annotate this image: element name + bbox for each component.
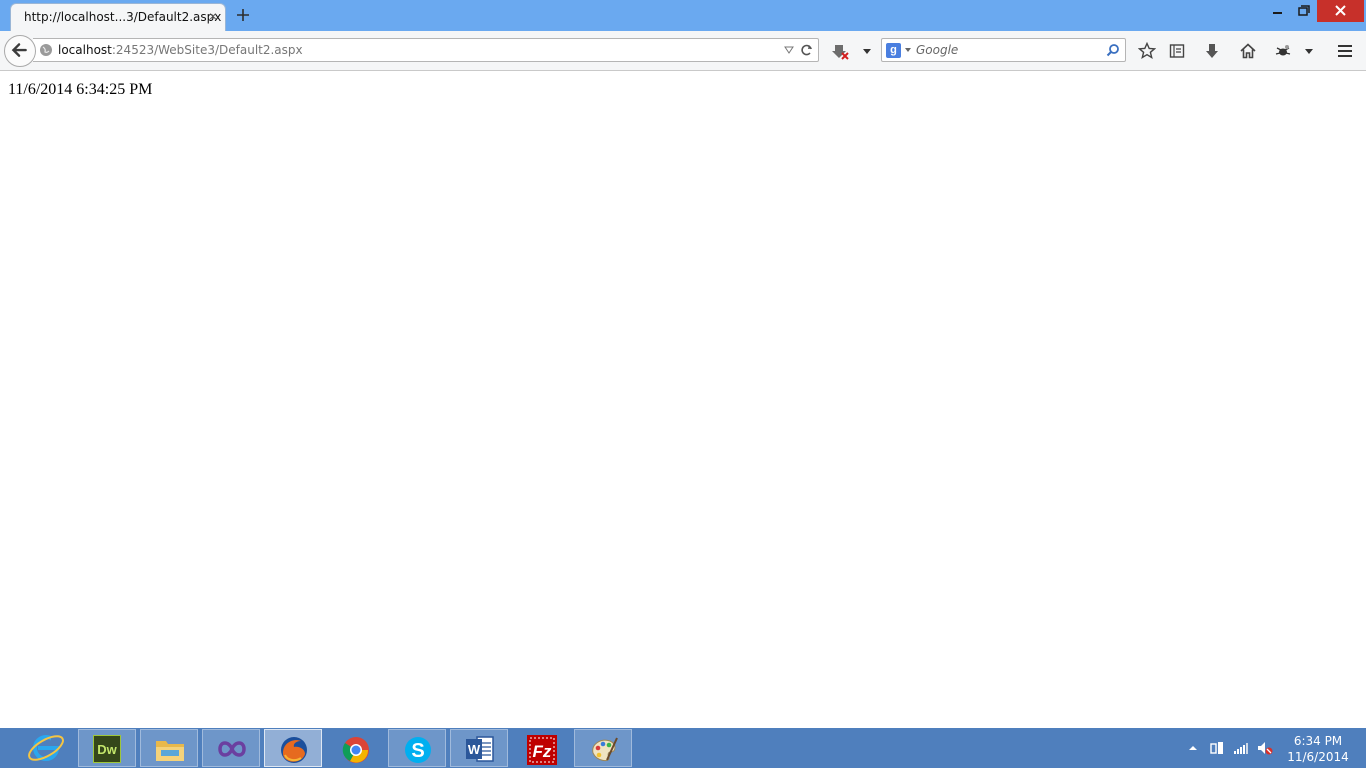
- dreamweaver-icon: Dw: [93, 735, 121, 763]
- network-signal-icon[interactable]: [1233, 740, 1249, 756]
- window-close-icon[interactable]: [1317, 0, 1364, 22]
- adblock-icon[interactable]: [831, 42, 849, 60]
- tab-title: http://localhost...3/Default2.aspx: [24, 10, 222, 24]
- taskbar-filezilla-button[interactable]: Fz: [512, 729, 570, 767]
- taskbar-skype-button[interactable]: S: [388, 729, 446, 767]
- word-icon: W: [466, 736, 494, 762]
- taskbar-dreamweaver-button[interactable]: Dw: [78, 729, 136, 767]
- web-page-content: 11/6/2014 6:34:25 PM: [0, 72, 1366, 728]
- home-icon[interactable]: [1239, 42, 1257, 60]
- new-tab-icon[interactable]: [234, 6, 252, 24]
- taskbar-paint-button[interactable]: [574, 729, 632, 767]
- clock-date: 11/6/2014: [1287, 750, 1349, 764]
- taskbar-file-explorer-button[interactable]: [140, 729, 198, 767]
- taskbar-firefox-button[interactable]: [264, 729, 322, 767]
- skype-icon-label: S: [411, 740, 424, 762]
- navigation-toolbar: localhost:24523/WebSite3/Default2.aspx g: [0, 31, 1366, 71]
- bookmark-star-icon[interactable]: [1138, 42, 1156, 60]
- dreamweaver-icon-label: Dw: [97, 742, 117, 757]
- url-dropdown-icon[interactable]: [783, 44, 795, 56]
- browser-titlebar: http://localhost...3/Default2.aspx ×: [0, 0, 1366, 31]
- search-magnifier-icon[interactable]: [1106, 43, 1120, 57]
- window-minimize-icon[interactable]: [1262, 0, 1292, 22]
- globe-icon: [40, 44, 52, 56]
- url-bar[interactable]: localhost:24523/WebSite3/Default2.aspx: [33, 38, 819, 62]
- search-bar[interactable]: g: [881, 38, 1126, 62]
- volume-muted-icon[interactable]: [1257, 740, 1273, 756]
- taskbar-visual-studio-button[interactable]: [202, 729, 260, 767]
- filezilla-icon: Fz: [527, 735, 557, 765]
- chrome-icon: [342, 737, 369, 763]
- downloads-icon[interactable]: [1203, 42, 1221, 60]
- firefox-icon: [281, 737, 307, 763]
- clock-time: 6:34 PM: [1293, 734, 1343, 748]
- taskbar-chrome-button[interactable]: [326, 729, 384, 767]
- current-datetime-text: 11/6/2014 6:34:25 PM: [8, 81, 153, 98]
- visual-studio-icon: [218, 741, 246, 757]
- word-icon-label: W: [468, 742, 481, 757]
- internet-explorer-icon[interactable]: [24, 729, 68, 767]
- action-center-icon[interactable]: [1209, 740, 1225, 756]
- system-clock[interactable]: 6:34 PM 11/6/2014: [1280, 733, 1356, 765]
- taskbar-word-button[interactable]: W: [450, 729, 508, 767]
- search-engine-caret-icon[interactable]: [905, 48, 911, 52]
- addon-bug-icon[interactable]: [1274, 42, 1292, 60]
- skype-icon: S: [405, 737, 431, 763]
- addon-bug-dropdown-icon[interactable]: [1300, 42, 1318, 60]
- url-path: :24523/WebSite3/Default2.aspx: [111, 43, 303, 57]
- url-text[interactable]: localhost:24523/WebSite3/Default2.aspx: [58, 43, 303, 57]
- back-button[interactable]: [4, 35, 36, 67]
- show-hidden-icons-icon[interactable]: [1185, 740, 1201, 756]
- filezilla-icon-label: Fz: [533, 742, 552, 761]
- search-input[interactable]: [916, 42, 1102, 58]
- addon-dropdown-icon[interactable]: [858, 42, 876, 60]
- windows-taskbar: Dw S W Fz: [0, 728, 1366, 768]
- reload-icon[interactable]: [800, 43, 814, 57]
- back-arrow-icon: [11, 43, 27, 57]
- url-host: localhost: [58, 43, 112, 57]
- paint-icon: [592, 737, 618, 762]
- browser-tab[interactable]: http://localhost...3/Default2.aspx ×: [10, 3, 226, 31]
- file-explorer-icon: [156, 741, 184, 761]
- bookmarks-menu-icon[interactable]: [1168, 42, 1186, 60]
- tab-close-icon[interactable]: ×: [209, 8, 217, 24]
- window-restore-icon[interactable]: [1289, 0, 1319, 22]
- google-search-engine-icon[interactable]: g: [886, 43, 901, 58]
- hamburger-menu-icon[interactable]: [1336, 42, 1354, 60]
